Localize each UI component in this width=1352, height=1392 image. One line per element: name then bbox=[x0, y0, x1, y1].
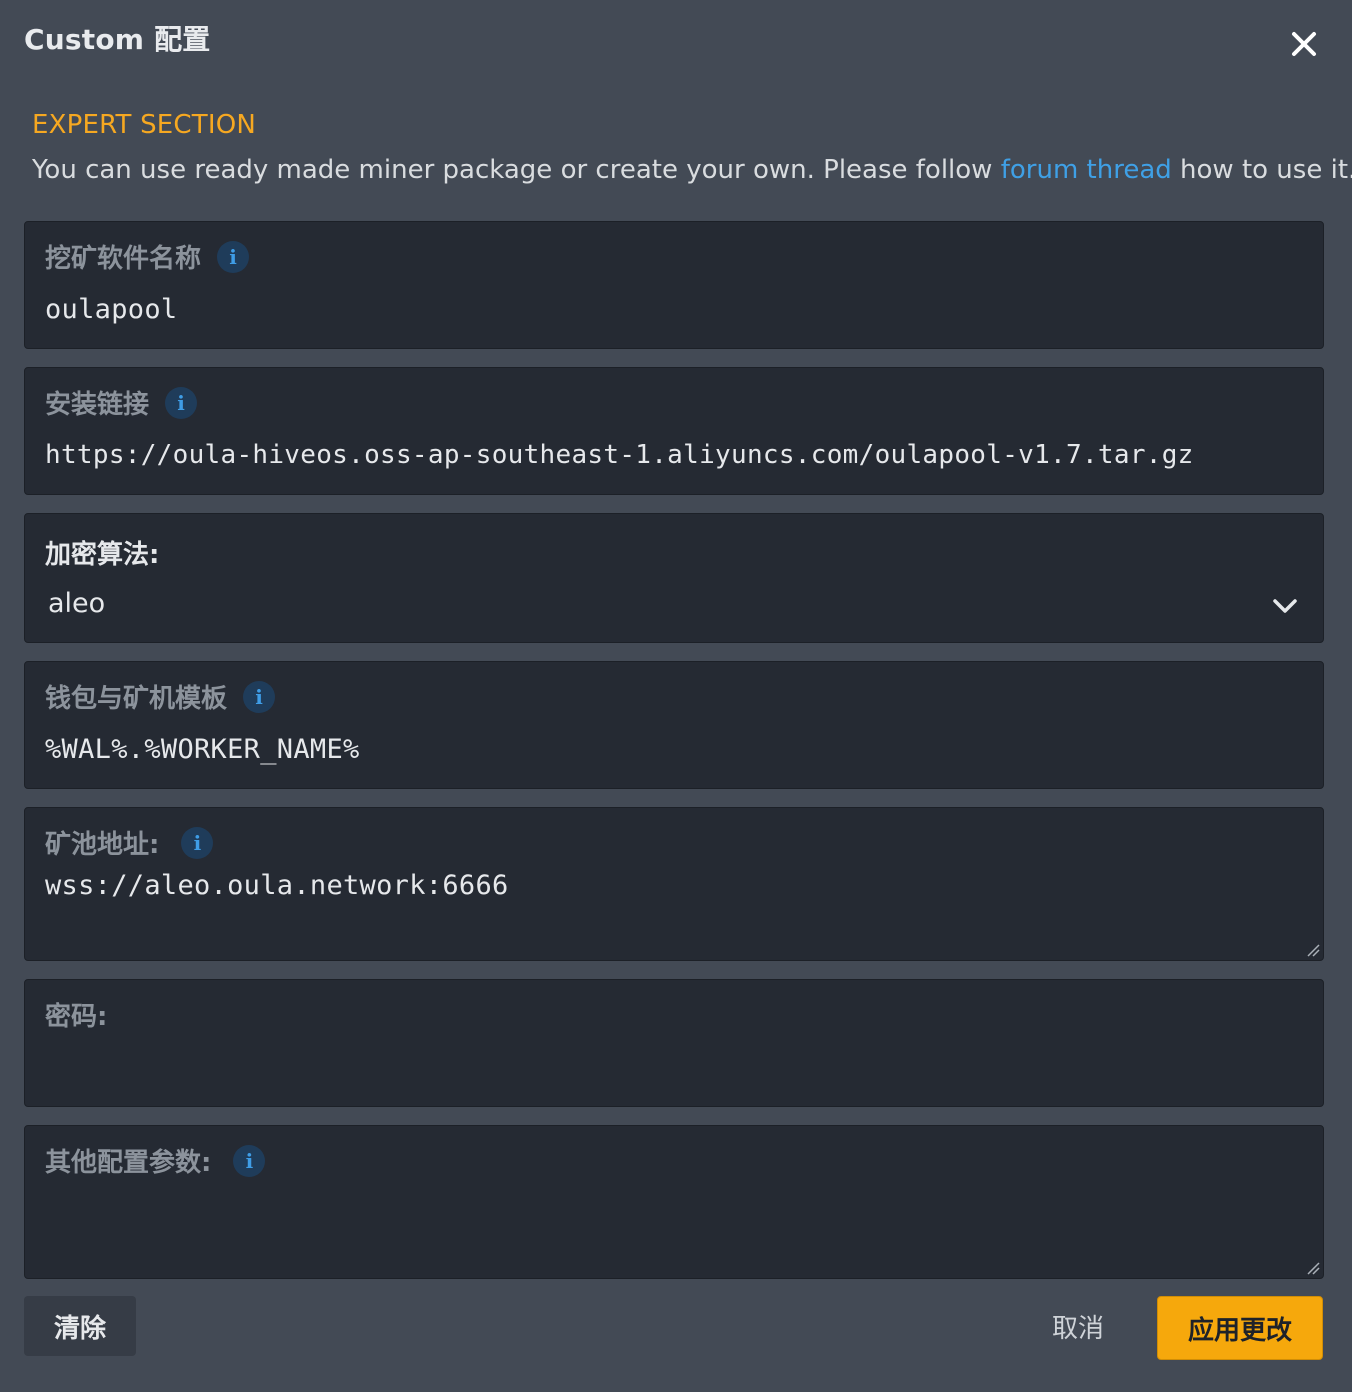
custom-config-dialog: Custom 配置 EXPERT SECTION You can use rea… bbox=[0, 0, 1352, 1392]
close-icon[interactable] bbox=[1284, 24, 1324, 64]
wallet-template-label: 钱包与矿机模板 i bbox=[45, 678, 276, 715]
extra-config-label-text: 其他配置参数: bbox=[45, 1148, 212, 1178]
expert-desc-text-after: how to use it. bbox=[1171, 155, 1352, 185]
miner-name-label: 挖矿软件名称 i bbox=[45, 238, 250, 275]
expert-section-title: EXPERT SECTION bbox=[32, 110, 257, 140]
cancel-button[interactable]: 取消 bbox=[1036, 1296, 1120, 1356]
miner-name-label-text: 挖矿软件名称 bbox=[45, 244, 202, 274]
info-icon[interactable]: i bbox=[165, 386, 198, 419]
info-icon[interactable]: i bbox=[243, 680, 276, 713]
expert-section-description: You can use ready made miner package or … bbox=[32, 155, 1352, 185]
wallet-template-field[interactable]: 钱包与矿机模板 i %WAL%.%WORKER_NAME% bbox=[24, 661, 1324, 789]
pool-url-label: 矿池地址: i bbox=[45, 824, 214, 861]
wallet-template-input[interactable]: %WAL%.%WORKER_NAME% bbox=[45, 734, 360, 765]
extra-config-field[interactable]: 其他配置参数: i bbox=[24, 1125, 1324, 1279]
clear-button[interactable]: 清除 bbox=[24, 1296, 136, 1356]
info-icon[interactable]: i bbox=[217, 240, 250, 273]
install-url-field[interactable]: 安装链接 i https://oula-hiveos.oss-ap-southe… bbox=[24, 367, 1324, 495]
apply-changes-button[interactable]: 应用更改 bbox=[1157, 1296, 1323, 1360]
forum-thread-link[interactable]: forum thread bbox=[1001, 155, 1172, 185]
pool-url-label-text: 矿池地址: bbox=[45, 830, 160, 860]
algorithm-label-text: 加密算法: bbox=[45, 540, 160, 570]
password-label-text: 密码: bbox=[45, 1002, 108, 1032]
algorithm-label: 加密算法: bbox=[45, 534, 159, 571]
algorithm-select[interactable]: 加密算法: aleo bbox=[24, 513, 1324, 643]
password-field[interactable]: 密码: bbox=[24, 979, 1324, 1107]
miner-name-input[interactable]: oulapool bbox=[45, 294, 177, 325]
dialog-title: Custom 配置 bbox=[24, 23, 211, 56]
pool-url-textarea[interactable]: wss://aleo.oula.network:6666 bbox=[45, 870, 509, 901]
expert-desc-text-before: You can use ready made miner package or … bbox=[32, 155, 1001, 185]
pool-url-field[interactable]: 矿池地址: i wss://aleo.oula.network:6666 bbox=[24, 807, 1324, 961]
install-url-input[interactable]: https://oula-hiveos.oss-ap-southeast-1.a… bbox=[45, 440, 1194, 470]
install-url-label-text: 安装链接 bbox=[45, 390, 150, 420]
miner-name-field[interactable]: 挖矿软件名称 i oulapool bbox=[24, 221, 1324, 349]
algorithm-selected-value[interactable]: aleo bbox=[48, 588, 105, 619]
resize-handle-icon[interactable] bbox=[1305, 942, 1321, 958]
password-label: 密码: bbox=[45, 996, 107, 1033]
install-url-label: 安装链接 i bbox=[45, 384, 198, 421]
extra-config-label: 其他配置参数: i bbox=[45, 1142, 266, 1179]
resize-handle-icon[interactable] bbox=[1305, 1260, 1321, 1276]
chevron-down-icon[interactable] bbox=[1271, 596, 1299, 616]
wallet-template-label-text: 钱包与矿机模板 bbox=[45, 684, 228, 714]
info-icon[interactable]: i bbox=[181, 826, 214, 859]
close-button[interactable] bbox=[1284, 24, 1324, 64]
info-icon[interactable]: i bbox=[233, 1144, 266, 1177]
